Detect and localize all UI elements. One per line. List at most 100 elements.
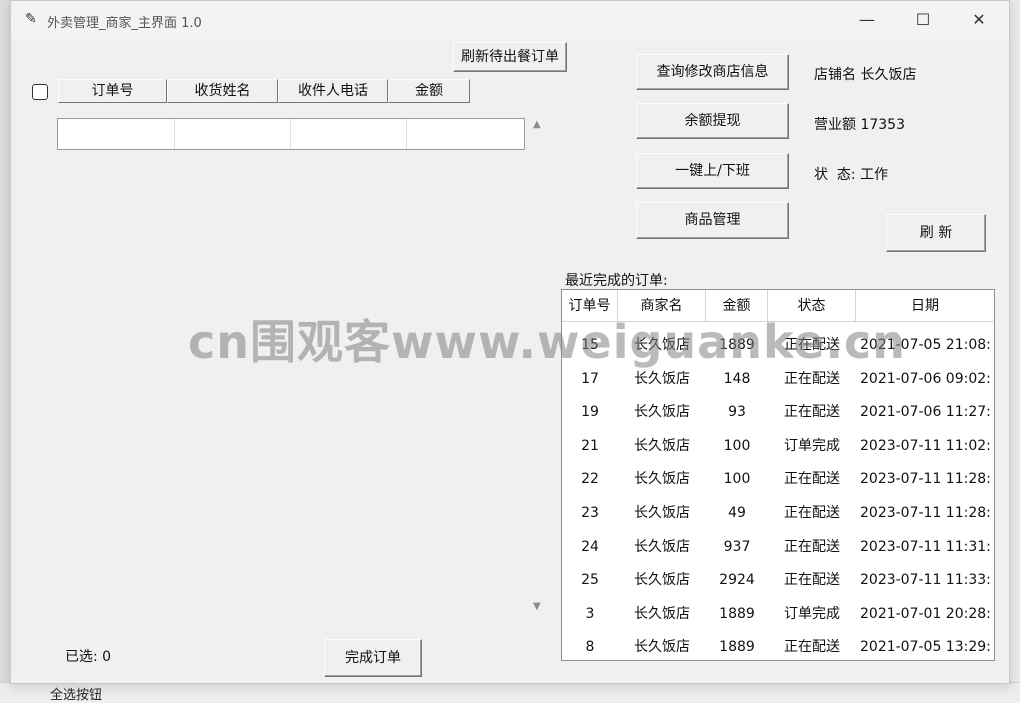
cell-date: 2021-07-06 09:02: [860,370,991,387]
column-header-recipient-name[interactable]: 收货姓名 [167,79,278,103]
goods-management-button[interactable]: 商品管理 [636,202,789,239]
cell-merchant: 长久饭店 [634,538,690,555]
column-header-amount[interactable]: 金额 [388,79,470,103]
refresh-button[interactable]: 刷 新 [886,214,986,252]
maximize-button[interactable]: ☐ [903,7,943,33]
table-row[interactable]: 3 长久饭店 1889 订单完成 2021-07-01 20:28: [562,597,994,631]
cell-amount: 100 [723,437,751,454]
scroll-down-arrow-icon[interactable]: ▼ [533,601,541,612]
cell-order-id: 23 [581,505,599,521]
cell-date: 2021-07-06 11:27: [860,404,991,421]
table-header-status[interactable]: 状态 [768,290,856,322]
cell-amount: 1889 [719,605,755,622]
cell-order-id: 24 [581,538,599,555]
cell-status: 订单完成 [784,605,840,622]
select-all-checkbox[interactable] [32,84,48,100]
pending-cell[interactable] [290,119,407,149]
title-bar: ✎ 外卖管理_商家_主界面 1.0 — ☐ ✕ [11,1,1009,39]
background-app-left [0,0,10,699]
cell-merchant: 长久饭店 [634,471,690,488]
pending-cell[interactable] [174,119,291,149]
cell-merchant: 长久饭店 [634,605,690,622]
pending-order-row[interactable] [57,118,525,150]
table-row[interactable]: 24 长久饭店 937 正在配送 2023-07-11 11:31: [562,530,994,564]
cell-order-id: 25 [581,572,599,589]
cell-order-id: 3 [585,605,595,622]
refresh-pending-orders-button[interactable]: 刷新待出餐订单 [453,42,567,72]
cell-amount: 100 [723,471,751,488]
table-row[interactable]: 21 长久饭店 100 订单完成 2023-07-11 11:02: [562,429,994,463]
cell-status: 正在配送 [784,370,840,387]
column-header-recipient-phone[interactable]: 收件人电话 [278,79,388,103]
cell-date: 2023-07-11 11:02: [860,437,991,454]
cell-date: 2021-07-05 21:08: [860,337,991,353]
table-row[interactable]: 25 长久饭店 2924 正在配送 2023-07-11 11:33: [562,563,994,597]
background-bottom-text: 全选按钮 [50,688,103,703]
table-header-date[interactable]: 日期 [856,290,994,322]
cell-date: 2023-07-11 11:33: [860,572,991,589]
cell-order-id: 8 [585,639,595,656]
cell-amount: 1889 [719,337,755,353]
cell-merchant: 长久饭店 [634,370,690,387]
cell-amount: 148 [723,370,751,387]
table-row[interactable]: 17 长久饭店 148 正在配送 2021-07-06 09:02: [562,362,994,396]
cell-order-id: 22 [581,471,599,488]
cell-status: 正在配送 [784,337,840,353]
scroll-up-arrow-icon[interactable]: ▲ [533,119,541,130]
withdraw-balance-button[interactable]: 余额提现 [636,103,789,139]
cell-order-id: 21 [581,437,599,454]
close-button[interactable]: ✕ [959,7,999,33]
feather-icon: ✎ [25,11,37,27]
cell-date: 2023-07-11 11:28: [860,471,991,488]
recent-orders-table[interactable]: 订单号 商家名 金额 状态 日期 15 长久饭店 1889 正在配送 2021-07-0… [561,289,995,661]
cell-merchant: 长久饭店 [634,337,690,353]
cell-order-id: 17 [581,370,599,387]
cell-merchant: 长久饭店 [634,572,690,589]
pending-cell[interactable] [406,119,522,149]
cell-status: 订单完成 [784,437,840,454]
cell-status: 正在配送 [784,471,840,488]
table-row[interactable]: 23 长久饭店 49 正在配送 2023-07-11 11:28: [562,496,994,530]
cell-status: 正在配送 [784,572,840,589]
recent-orders-title: 最近完成的订单: [565,273,668,289]
cell-merchant: 长久饭店 [634,639,690,656]
complete-order-button[interactable]: 完成订单 [324,639,422,677]
cell-amount: 2924 [719,572,755,589]
cell-date: 2023-07-11 11:28: [860,505,991,521]
table-header-merchant[interactable]: 商家名 [618,290,706,322]
background-app-bottom [0,682,1020,700]
table-header-order-id[interactable]: 订单号 [562,290,618,322]
pending-cell[interactable] [58,119,175,149]
cell-order-id: 15 [581,337,599,353]
window-title: 外卖管理_商家_主界面 1.0 [47,16,202,31]
cell-date: 2023-07-11 11:31: [860,538,991,555]
toggle-shift-button[interactable]: 一键上/下班 [636,153,789,189]
pending-orders-scrollbar[interactable]: ▲ ▼ [529,113,549,623]
cell-status: 正在配送 [784,639,840,656]
cell-status: 正在配送 [784,505,840,521]
cell-status: 正在配送 [784,404,840,421]
cell-status: 正在配送 [784,538,840,555]
table-header-amount[interactable]: 金额 [706,290,768,322]
minimize-button[interactable]: — [847,7,887,33]
table-row[interactable]: 8 长久饭店 1889 正在配送 2021-07-05 13:29: [562,630,994,660]
store-name: 店铺名 长久饭店 [814,67,917,83]
selected-count: 已选: 0 [65,649,112,665]
cell-date: 2021-07-01 20:28: [860,605,991,622]
store-status: 状 态: 工作 [814,167,889,183]
cell-merchant: 长久饭店 [634,404,690,421]
cell-amount: 1889 [719,639,755,656]
column-header-order-id[interactable]: 订单号 [58,79,167,103]
cell-order-id: 19 [581,404,599,421]
cell-amount: 937 [723,538,751,555]
table-row[interactable]: 19 长久饭店 93 正在配送 2021-07-06 11:27: [562,395,994,429]
cell-merchant: 长久饭店 [634,505,690,521]
store-revenue: 营业额 17353 [814,117,905,133]
table-row[interactable]: 15 长久饭店 1889 正在配送 2021-07-05 21:08: [562,328,994,362]
edit-store-info-button[interactable]: 查询修改商店信息 [636,54,789,90]
main-window: ✎ 外卖管理_商家_主界面 1.0 — ☐ ✕ 刷新待出餐订单 订单号 收货姓名… [10,0,1010,684]
cell-date: 2021-07-05 13:29: [860,639,991,656]
cell-amount: 49 [728,505,746,521]
cell-merchant: 长久饭店 [634,437,690,454]
table-row[interactable]: 22 长久饭店 100 正在配送 2023-07-11 11:28: [562,462,994,496]
